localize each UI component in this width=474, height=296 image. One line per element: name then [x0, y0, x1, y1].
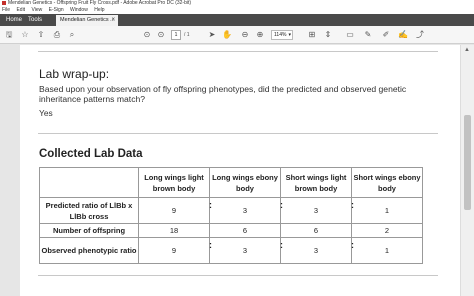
table-cell: 3:	[209, 197, 283, 224]
wrapup-question: Based upon your observation of fly offsp…	[39, 84, 407, 104]
row-header: Number of offspring	[39, 223, 139, 238]
table-cell: 18	[138, 223, 210, 238]
column-header: Long wings ebony body	[209, 167, 281, 198]
sign-icon[interactable]: ✍	[398, 30, 408, 40]
print-icon[interactable]: ⎙	[52, 30, 62, 40]
table-cell: 6	[280, 223, 352, 238]
cell-value: 3	[313, 246, 319, 255]
hand-tool-icon[interactable]: ✋	[222, 30, 232, 40]
table-cell: 3:	[280, 197, 354, 224]
tab-document[interactable]: Mendelian Genetics ... ×	[56, 15, 118, 26]
menu-help[interactable]: Help	[94, 7, 104, 13]
wrapup-answer: Yes	[39, 108, 53, 118]
row-header: Observed phenotypic ratio	[39, 237, 139, 264]
wrapup-heading: Lab wrap-up:	[39, 67, 110, 81]
bookmark-icon[interactable]: ☆	[20, 30, 30, 40]
scroll-mode-icon[interactable]: ⇕	[323, 30, 333, 40]
column-header: Short wings ebony body	[351, 167, 423, 198]
chevron-down-icon: ▾	[288, 32, 291, 38]
table-cell: 3:	[209, 237, 283, 264]
divider	[38, 51, 438, 52]
scroll-thumb[interactable]	[464, 115, 471, 210]
table-row: Predicted ratio of LlBb x LlBb cross 9: …	[39, 197, 423, 224]
fit-page-icon[interactable]: ⊞	[307, 30, 317, 40]
table-cell: 6	[209, 223, 281, 238]
tab-document-label: Mendelian Genetics ...	[60, 17, 115, 23]
window-title: Mendelian Genetics - Offspring Fruit Fly…	[8, 0, 192, 6]
tab-tools[interactable]: Tools	[28, 14, 42, 26]
table-row: Observed phenotypic ratio 9: 3: 3: 1	[39, 237, 423, 264]
row-header: Predicted ratio of LlBb x LlBb cross	[39, 197, 139, 224]
save-icon[interactable]: 🖫	[4, 30, 14, 40]
acrobat-app-icon	[2, 0, 6, 5]
menu-edit[interactable]: Edit	[16, 7, 25, 13]
divider	[38, 133, 438, 134]
highlight-icon[interactable]: ✎	[363, 30, 373, 40]
comment-icon[interactable]: ▭	[345, 30, 355, 40]
share-icon[interactable]: ⤴	[415, 30, 425, 40]
next-page-icon[interactable]: ⊙	[156, 30, 166, 40]
cell-value: 3	[313, 206, 319, 215]
table-header-row: Long wings light brown body Long wings e…	[39, 167, 423, 198]
table-cell: 3:	[280, 237, 354, 264]
column-header: Short wings light brown body	[280, 167, 352, 198]
data-heading: Collected Lab Data	[39, 148, 143, 160]
zoom-select[interactable]: 114% ▾	[271, 30, 293, 40]
table-cell: 2	[351, 223, 423, 238]
tab-row: Home Tools Mendelian Genetics ... ×	[0, 14, 474, 26]
previous-page-icon[interactable]: ⊙	[142, 30, 152, 40]
divider	[38, 275, 438, 276]
menu-esign[interactable]: E-Sign	[49, 7, 64, 13]
scroll-up-icon[interactable]: ▲	[464, 47, 470, 53]
table-corner-cell	[39, 167, 139, 198]
page-number-input[interactable]: 1	[171, 30, 181, 40]
select-cursor-icon[interactable]: ➤	[207, 30, 217, 40]
search-icon[interactable]: ⌕	[67, 30, 77, 40]
menu-bar: File Edit View E-Sign Window Help	[0, 7, 474, 14]
document-canvas[interactable]: Lab wrap-up: Based upon your observation…	[0, 45, 460, 296]
tab-home[interactable]: Home	[6, 14, 22, 26]
toolbar: 🖫 ☆ ⇧ ⎙ ⌕ ⊙ ⊙ 1 / 1 ➤ ✋ ⊖ ⊕ 114% ▾ ⊞ ⇕ ▭…	[0, 26, 474, 44]
pdf-page: Lab wrap-up: Based upon your observation…	[20, 45, 460, 296]
page-total: / 1	[184, 32, 190, 38]
column-header: Long wings light brown body	[138, 167, 210, 198]
upload-icon[interactable]: ⇧	[36, 30, 46, 40]
zoom-in-icon[interactable]: ⊕	[255, 30, 265, 40]
menu-window[interactable]: Window	[70, 7, 88, 13]
table-cell: 9:	[138, 197, 212, 224]
cell-value: 1	[384, 246, 390, 255]
close-tab-icon[interactable]: ×	[111, 15, 115, 26]
cell-value: 3	[242, 246, 248, 255]
window-title-bar: Mendelian Genetics - Offspring Fruit Fly…	[0, 0, 474, 7]
cell-value: 9	[171, 206, 177, 215]
cell-value: 3	[242, 206, 248, 215]
lab-data-table: Long wings light brown body Long wings e…	[39, 167, 423, 264]
zoom-value: 114%	[274, 32, 287, 38]
menu-view[interactable]: View	[31, 7, 42, 13]
menu-file[interactable]: File	[2, 7, 10, 13]
table-cell: 1	[351, 237, 423, 264]
table-cell: 1	[351, 197, 423, 224]
table-row: Number of offspring 18 6 6 2	[39, 223, 423, 238]
table-cell: 9:	[138, 237, 212, 264]
cell-value: 1	[384, 206, 390, 215]
draw-icon[interactable]: ✐	[381, 30, 391, 40]
cell-value: 9	[171, 246, 177, 255]
zoom-out-icon[interactable]: ⊖	[240, 30, 250, 40]
vertical-scrollbar[interactable]: ▲	[460, 45, 474, 296]
